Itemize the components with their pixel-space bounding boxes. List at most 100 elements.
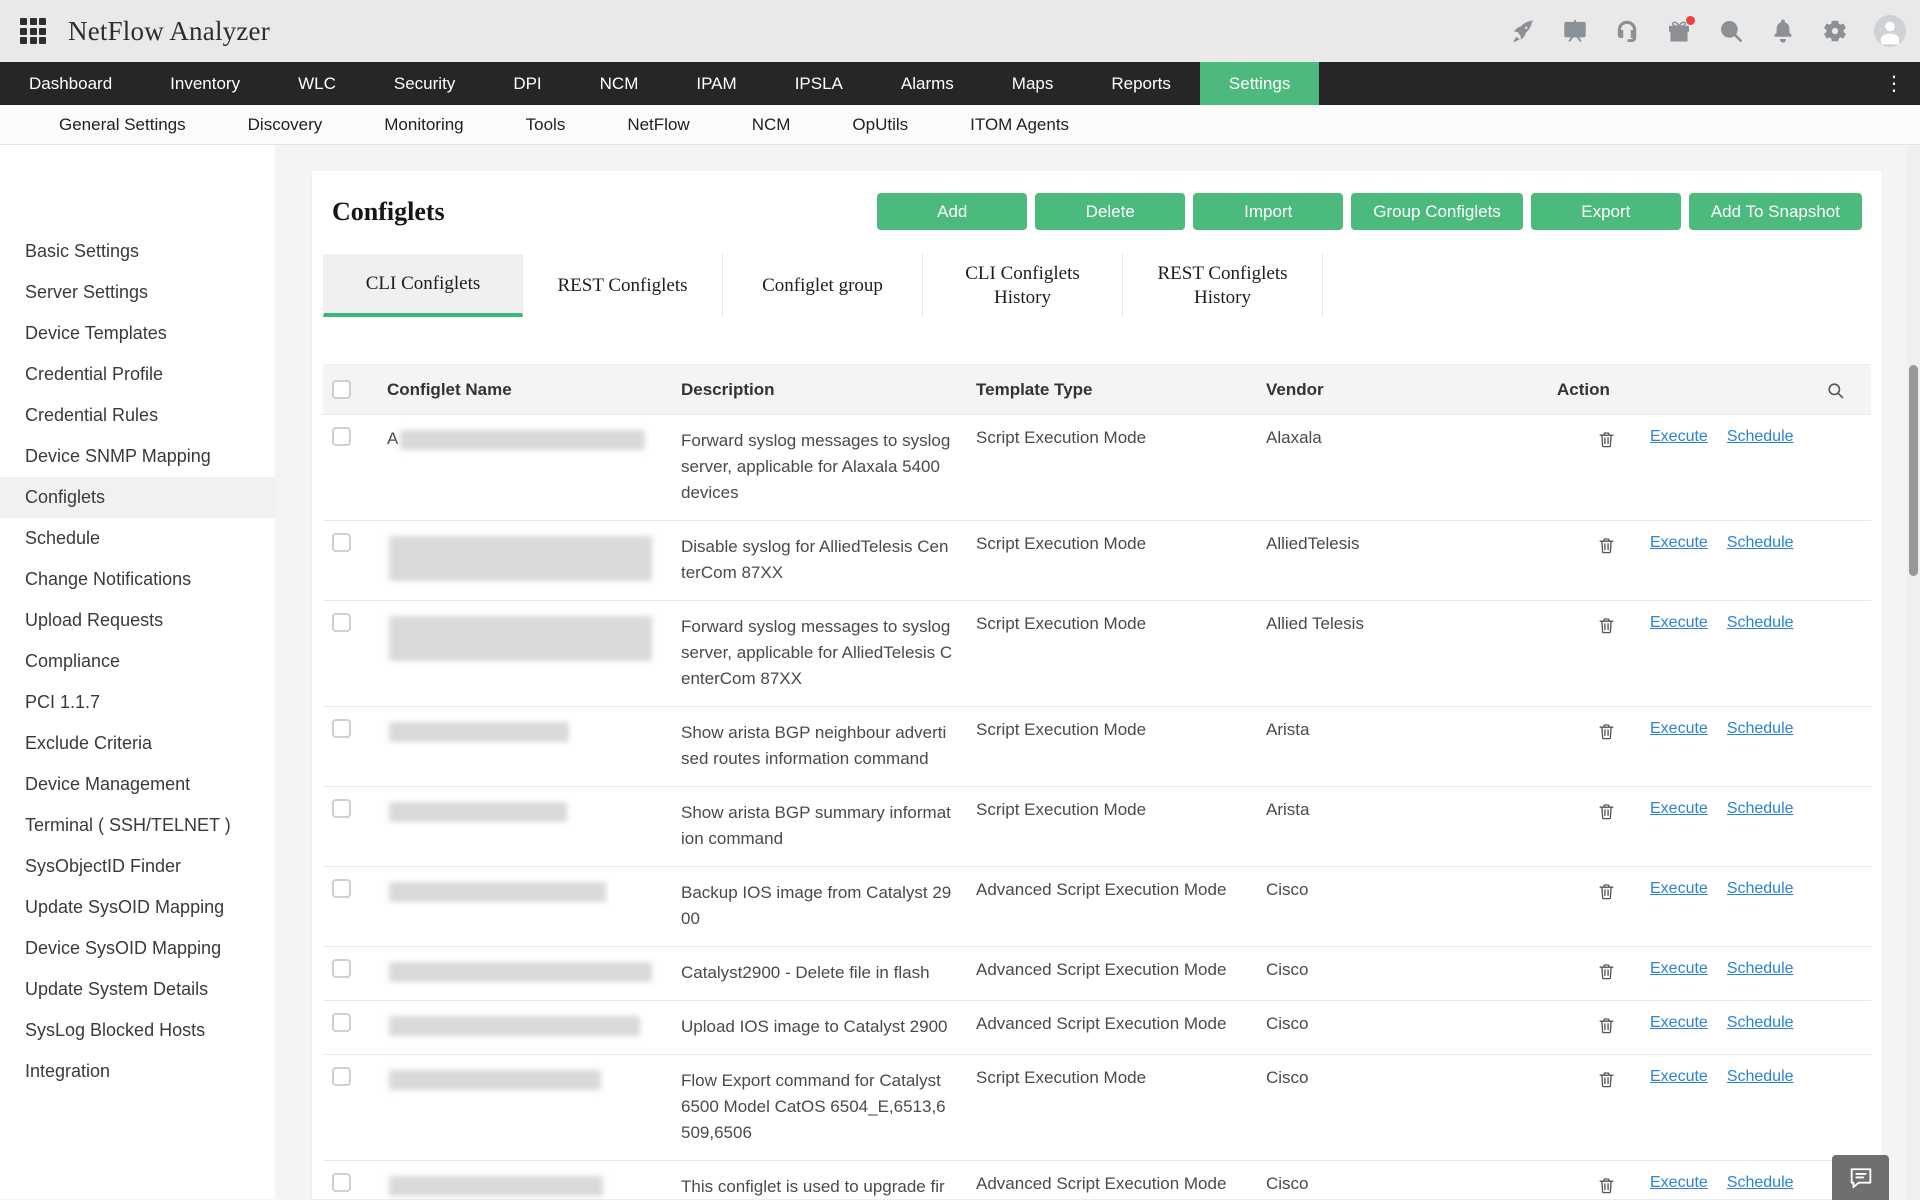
tab[interactable]: REST Configlets History	[1123, 254, 1323, 317]
schedule-link[interactable]: Schedule	[1727, 534, 1794, 552]
nav-item[interactable]: Security	[365, 62, 484, 105]
subnav-item[interactable]: NetFlow	[596, 115, 720, 135]
kebab-menu-icon[interactable]: ⋮	[1876, 62, 1912, 105]
sidebar-item[interactable]: SysLog Blocked Hosts	[0, 1010, 275, 1051]
delete-trash-icon[interactable]	[1597, 801, 1616, 822]
subnav-item[interactable]: Tools	[495, 115, 597, 135]
execute-link[interactable]: Execute	[1650, 800, 1708, 818]
nav-item[interactable]: Inventory	[141, 62, 269, 105]
tab[interactable]: REST Configlets	[523, 254, 723, 317]
presentation-icon[interactable]	[1562, 18, 1588, 44]
sidebar-item[interactable]: Configlets	[0, 477, 275, 518]
row-checkbox[interactable]	[332, 1173, 351, 1192]
sidebar-item[interactable]: SysObjectID Finder	[0, 846, 275, 887]
green-action-button[interactable]: Add	[877, 193, 1027, 230]
sidebar-item[interactable]: Server Settings	[0, 272, 275, 313]
sidebar-item[interactable]: Update System Details	[0, 969, 275, 1010]
schedule-link[interactable]: Schedule	[1727, 1174, 1794, 1192]
row-checkbox[interactable]	[332, 959, 351, 978]
nav-item[interactable]: Settings	[1200, 62, 1319, 105]
subnav-item[interactable]: NCM	[721, 115, 822, 135]
table-search-icon[interactable]	[1826, 381, 1845, 400]
green-action-button[interactable]: Export	[1531, 193, 1681, 230]
sidebar-item[interactable]: Upload Requests	[0, 600, 275, 641]
schedule-link[interactable]: Schedule	[1727, 960, 1794, 978]
row-checkbox[interactable]	[332, 613, 351, 632]
chat-support-button[interactable]	[1832, 1155, 1889, 1200]
gift-icon[interactable]	[1666, 18, 1692, 44]
search-icon[interactable]	[1718, 18, 1744, 44]
sidebar-item[interactable]: Update SysOID Mapping	[0, 887, 275, 928]
nav-item[interactable]: Dashboard	[0, 62, 141, 105]
nav-item[interactable]: IPAM	[667, 62, 765, 105]
subnav-item[interactable]: Monitoring	[353, 115, 494, 135]
sidebar-item[interactable]: PCI 1.1.7	[0, 682, 275, 723]
tab[interactable]: Configlet group	[723, 254, 923, 317]
execute-link[interactable]: Execute	[1650, 880, 1708, 898]
sidebar-item[interactable]: Device Templates	[0, 313, 275, 354]
tab[interactable]: CLI Configlets History	[923, 254, 1123, 317]
nav-item[interactable]: Reports	[1082, 62, 1200, 105]
row-checkbox[interactable]	[332, 427, 351, 446]
sidebar-item[interactable]: Integration	[0, 1051, 275, 1092]
delete-trash-icon[interactable]	[1597, 961, 1616, 982]
schedule-link[interactable]: Schedule	[1727, 1014, 1794, 1032]
green-action-button[interactable]: Group Configlets	[1351, 193, 1523, 230]
sidebar-item[interactable]: Device Management	[0, 764, 275, 805]
nav-item[interactable]: IPSLA	[766, 62, 872, 105]
row-checkbox[interactable]	[332, 1013, 351, 1032]
execute-link[interactable]: Execute	[1650, 428, 1708, 446]
delete-trash-icon[interactable]	[1597, 881, 1616, 902]
execute-link[interactable]: Execute	[1650, 1068, 1708, 1086]
scrollbar-track[interactable]	[1907, 146, 1920, 1200]
row-checkbox[interactable]	[332, 719, 351, 738]
sidebar-item[interactable]: Terminal ( SSH/TELNET )	[0, 805, 275, 846]
nav-item[interactable]: WLC	[269, 62, 365, 105]
scrollbar-thumb[interactable]	[1909, 365, 1918, 576]
sidebar-item[interactable]: Credential Profile	[0, 354, 275, 395]
nav-item[interactable]: Alarms	[872, 62, 983, 105]
delete-trash-icon[interactable]	[1597, 721, 1616, 742]
sidebar-item[interactable]: Device SysOID Mapping	[0, 928, 275, 969]
subnav-item[interactable]: General Settings	[28, 115, 217, 135]
sidebar-item[interactable]: Device SNMP Mapping	[0, 436, 275, 477]
sidebar-item[interactable]: Basic Settings	[0, 231, 275, 272]
sidebar-item[interactable]: Credential Rules	[0, 395, 275, 436]
nav-item[interactable]: Maps	[983, 62, 1083, 105]
schedule-link[interactable]: Schedule	[1727, 880, 1794, 898]
green-action-button[interactable]: Import	[1193, 193, 1343, 230]
subnav-item[interactable]: OpUtils	[821, 115, 939, 135]
row-checkbox[interactable]	[332, 533, 351, 552]
nav-item[interactable]: NCM	[571, 62, 668, 105]
apps-grid-icon[interactable]	[20, 18, 46, 44]
schedule-link[interactable]: Schedule	[1727, 720, 1794, 738]
avatar[interactable]	[1874, 15, 1906, 47]
bell-icon[interactable]	[1770, 18, 1796, 44]
delete-trash-icon[interactable]	[1597, 1069, 1616, 1090]
execute-link[interactable]: Execute	[1650, 534, 1708, 552]
headset-icon[interactable]	[1614, 18, 1640, 44]
tab[interactable]: CLI Configlets	[323, 254, 523, 317]
rocket-icon[interactable]	[1510, 18, 1536, 44]
schedule-link[interactable]: Schedule	[1727, 800, 1794, 818]
delete-trash-icon[interactable]	[1597, 429, 1616, 450]
sidebar-item[interactable]: Schedule	[0, 518, 275, 559]
gear-icon[interactable]	[1822, 18, 1848, 44]
execute-link[interactable]: Execute	[1650, 614, 1708, 632]
subnav-item[interactable]: ITOM Agents	[939, 115, 1100, 135]
green-action-button[interactable]: Add To Snapshot	[1689, 193, 1862, 230]
delete-trash-icon[interactable]	[1597, 615, 1616, 636]
sidebar-item[interactable]: Change Notifications	[0, 559, 275, 600]
row-checkbox[interactable]	[332, 1067, 351, 1086]
select-all-checkbox[interactable]	[332, 380, 351, 399]
row-checkbox[interactable]	[332, 799, 351, 818]
execute-link[interactable]: Execute	[1650, 960, 1708, 978]
schedule-link[interactable]: Schedule	[1727, 614, 1794, 632]
row-checkbox[interactable]	[332, 879, 351, 898]
delete-trash-icon[interactable]	[1597, 535, 1616, 556]
execute-link[interactable]: Execute	[1650, 720, 1708, 738]
delete-trash-icon[interactable]	[1597, 1175, 1616, 1196]
execute-link[interactable]: Execute	[1650, 1014, 1708, 1032]
subnav-item[interactable]: Discovery	[217, 115, 354, 135]
sidebar-item[interactable]: Exclude Criteria	[0, 723, 275, 764]
